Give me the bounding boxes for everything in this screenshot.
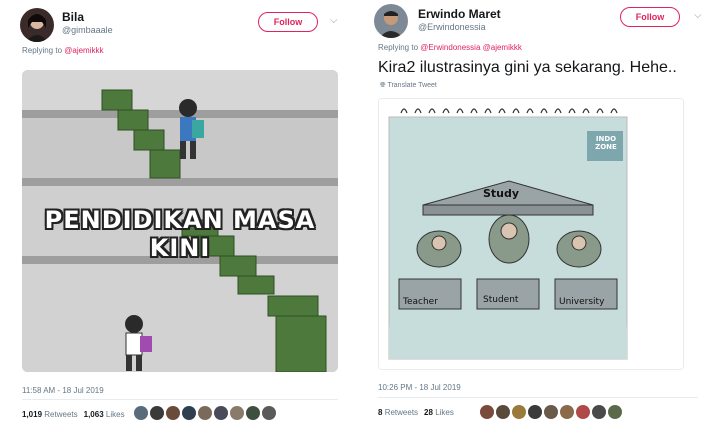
- avatar[interactable]: [166, 406, 180, 420]
- cartoon-label-study: Study: [483, 187, 520, 200]
- retweets-label: Retweets: [44, 410, 78, 419]
- watermark: INDO ZONE: [595, 135, 617, 151]
- likes-count: 1,063: [83, 410, 104, 419]
- cartoon-label-teacher: Teacher: [403, 297, 438, 307]
- divider: [378, 397, 698, 398]
- chevron-down-icon[interactable]: ⌵: [330, 16, 340, 26]
- follow-button[interactable]: Follow: [258, 12, 318, 32]
- likes-label: Likes: [105, 410, 125, 419]
- avatar[interactable]: [246, 406, 260, 420]
- avatar[interactable]: [134, 406, 148, 420]
- avatar[interactable]: [608, 405, 622, 419]
- image-caption: PENDIDIKAN MASA KINI: [44, 206, 316, 262]
- avatar[interactable]: [496, 405, 510, 419]
- replying-to-link[interactable]: @ajemikkk: [64, 46, 103, 55]
- timestamp[interactable]: 10:26 PM - 18 Jul 2019: [378, 383, 461, 392]
- avatar[interactable]: [576, 405, 590, 419]
- avatar[interactable]: [560, 405, 574, 419]
- likes-stat[interactable]: 28 Likes: [424, 408, 454, 417]
- retweets-count: 8: [378, 408, 383, 417]
- tweet-bila: Bila @gimbaaale Follow ⌵ Replying to @aj…: [0, 0, 358, 426]
- avatar[interactable]: [528, 405, 542, 419]
- avatar[interactable]: [150, 406, 164, 420]
- likes-stat[interactable]: 1,063 Likes: [84, 410, 125, 419]
- retweets-count: 1,019: [22, 410, 43, 419]
- tweet-erwindo: Erwindo Maret @Erwindonessia Follow ⌵ Re…: [362, 0, 720, 426]
- avatar[interactable]: [374, 4, 408, 38]
- translate-tweet-link[interactable]: 🌐︎ Translate Tweet: [380, 82, 437, 90]
- avatar[interactable]: [512, 405, 526, 419]
- cartoon-label-university: University: [559, 297, 605, 307]
- retweets-stat[interactable]: 8 Retweets: [378, 408, 418, 417]
- likes-count: 28: [424, 408, 433, 417]
- replying-prefix: Replying to: [22, 46, 65, 55]
- divider: [22, 399, 338, 400]
- user-handle[interactable]: @Erwindonessia: [418, 22, 486, 32]
- replying-to: Replying to @Erwindonessia @ajemikkk: [378, 43, 522, 52]
- avatar[interactable]: [20, 8, 54, 42]
- avatar[interactable]: [480, 405, 494, 419]
- avatar[interactable]: [230, 406, 244, 420]
- liker-avatars: [134, 406, 276, 420]
- replying-prefix: Replying to: [378, 43, 421, 52]
- liker-avatars: [480, 405, 622, 419]
- avatar[interactable]: [214, 406, 228, 420]
- avatar[interactable]: [592, 405, 606, 419]
- replying-to: Replying to @ajemikkk: [22, 46, 104, 55]
- translate-label: Translate Tweet: [387, 82, 437, 89]
- user-handle[interactable]: @gimbaaale: [62, 25, 113, 35]
- tweet-media-image[interactable]: PENDIDIKAN MASA KINI: [22, 70, 338, 372]
- avatar[interactable]: [544, 405, 558, 419]
- timestamp[interactable]: 11:58 AM - 18 Jul 2019: [22, 386, 104, 395]
- tweet-stats: 8 Retweets 28 Likes: [378, 408, 454, 417]
- retweets-stat[interactable]: 1,019 Retweets: [22, 410, 78, 419]
- cartoon-illustration: [379, 99, 683, 369]
- tweet-media-image[interactable]: Study Teacher Student University INDO ZO…: [378, 98, 684, 370]
- retweets-label: Retweets: [384, 408, 419, 417]
- avatar[interactable]: [262, 406, 276, 420]
- globe-icon: 🌐︎: [380, 82, 386, 89]
- tweet-text: Kira2 ilustrasinya gini ya sekarang. Heh…: [378, 59, 677, 76]
- display-name[interactable]: Bila: [62, 10, 84, 24]
- likes-label: Likes: [435, 408, 454, 417]
- follow-button[interactable]: Follow: [620, 7, 680, 27]
- cartoon-label-student: Student: [483, 295, 519, 305]
- avatar[interactable]: [198, 406, 212, 420]
- avatar[interactable]: [182, 406, 196, 420]
- tweet-stats: 1,019 Retweets 1,063 Likes: [22, 410, 125, 419]
- replying-to-link[interactable]: @Erwindonessia @ajemikkk: [420, 43, 522, 52]
- chevron-down-icon[interactable]: ⌵: [694, 11, 704, 21]
- display-name[interactable]: Erwindo Maret: [418, 7, 501, 21]
